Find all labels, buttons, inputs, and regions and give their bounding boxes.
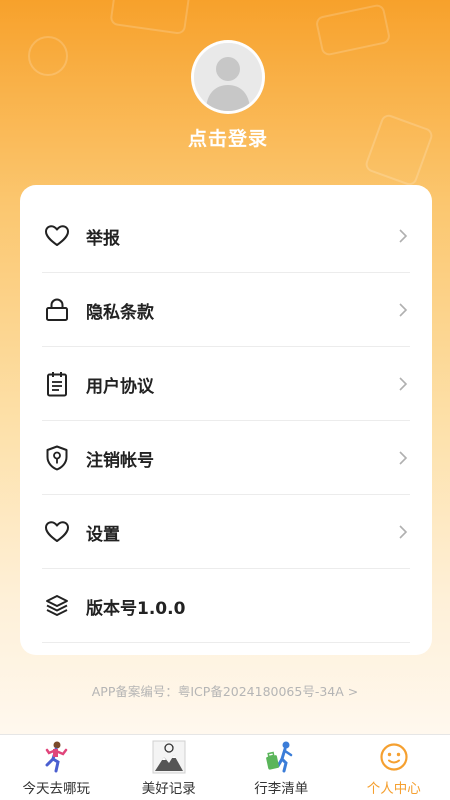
menu-item-label: 用户协议 <box>86 376 154 397</box>
version-label: 版本号1.0.0 <box>86 598 186 619</box>
shield-key-icon <box>42 443 72 473</box>
chevron-right-icon <box>396 301 410 319</box>
menu-item-settings[interactable]: 设置 <box>42 495 410 569</box>
chevron-right-icon <box>396 449 410 467</box>
menu-item-privacy[interactable]: 隐私条款 <box>42 273 410 347</box>
notepad-icon <box>42 369 72 399</box>
tab-luggage-list[interactable]: 行李清单 <box>225 735 338 800</box>
tab-today-where[interactable]: 今天去哪玩 <box>0 735 113 800</box>
menu-item-label: 隐私条款 <box>86 302 154 323</box>
tab-label: 个人中心 <box>366 781 421 797</box>
tab-good-records[interactable]: 美好记录 <box>113 735 226 800</box>
heart-icon <box>42 221 72 251</box>
traveler-luggage-icon <box>263 739 299 775</box>
decor-shape <box>109 0 191 36</box>
running-person-icon <box>38 739 74 775</box>
chevron-right-icon <box>396 375 410 393</box>
menu-item-delete-account[interactable]: 注销帐号 <box>42 421 410 495</box>
default-avatar-icon[interactable] <box>191 40 265 114</box>
tab-personal-center[interactable]: 个人中心 <box>338 735 450 800</box>
smiley-face-icon <box>376 739 412 775</box>
menu-card: 举报 隐私条款 用户协议 注销帐号 设置 版本号1.0.0 <box>20 185 432 655</box>
chevron-right-icon <box>396 227 410 245</box>
menu-item-label: 举报 <box>86 228 120 249</box>
menu-item-user-agreement[interactable]: 用户协议 <box>42 347 410 421</box>
chevron-right-icon <box>396 523 410 541</box>
decor-shape <box>314 3 392 57</box>
tab-label: 今天去哪玩 <box>22 781 91 797</box>
bottom-tab-bar: 今天去哪玩 美好记录 行李清单 个人中心 <box>0 734 450 800</box>
menu-item-label: 注销帐号 <box>86 450 154 471</box>
login-link[interactable]: 点击登录 <box>0 124 450 151</box>
decor-shape <box>28 36 68 76</box>
lock-icon <box>42 295 72 325</box>
menu-item-label: 设置 <box>86 524 120 545</box>
layers-icon <box>42 591 72 621</box>
tab-label: 行李清单 <box>254 781 309 797</box>
menu-item-report[interactable]: 举报 <box>42 199 410 273</box>
menu-item-version: 版本号1.0.0 <box>42 569 410 643</box>
heart-icon <box>42 517 72 547</box>
icp-record-link[interactable]: APP备案编号：粤ICP备2024180065号-34A > <box>0 681 450 700</box>
mountain-photo-icon <box>151 739 187 775</box>
tab-label: 美好记录 <box>141 781 196 797</box>
